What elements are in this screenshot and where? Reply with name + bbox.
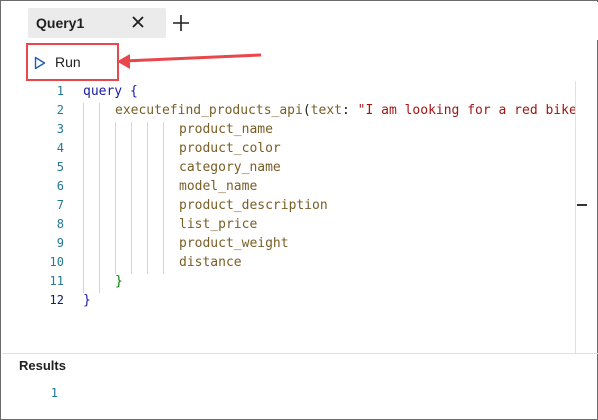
code-line: category_name [179,160,281,175]
code-text-area[interactable]: query { executefind_products_api(text: "… [83,81,575,353]
plus-icon[interactable] [171,13,191,33]
line-number: 4 [56,141,64,155]
code-line: product_description [179,198,328,213]
tab-label: Query1 [36,15,85,31]
code-line: } [83,293,91,308]
play-icon [34,56,46,70]
code-line: product_name [179,122,273,137]
run-label: Run [55,54,81,70]
overview-ruler-marker [577,204,587,206]
indent-guide [99,103,100,293]
code-line: list_price [179,217,258,232]
line-number: 3 [56,122,64,136]
line-number: 6 [56,179,64,193]
tab-query1[interactable]: Query1 [28,8,166,38]
tab-bar: Query1 [2,2,598,40]
indent-guide [163,122,164,274]
line-number: 2 [56,103,64,117]
indent-guide [131,122,132,274]
vertical-scrollbar[interactable] [575,81,576,353]
code-line: model_name [179,179,258,194]
line-number-current: 12 [49,293,64,307]
query-editor-window: Query1 Run 1 2 3 4 5 6 7 8 9 10 11 12 qu… [0,0,598,420]
indent-guide [83,103,84,293]
code-line: distance [179,255,242,270]
code-line: } [115,274,123,289]
code-line: product_color [179,141,281,156]
code-line: product_weight [179,236,289,251]
panel-divider[interactable] [2,353,598,354]
run-button[interactable]: Run [26,43,119,81]
results-line-number: 1 [50,386,58,400]
line-number: 8 [56,217,64,231]
line-number: 10 [49,255,64,269]
indent-guide [147,122,148,274]
line-number: 9 [56,236,64,250]
close-icon[interactable] [128,12,148,32]
line-number: 5 [56,160,64,174]
line-number: 1 [56,84,64,98]
indent-guide [115,122,116,274]
line-number: 7 [56,198,64,212]
annotation-arrow [117,53,262,69]
results-title: Results [19,358,66,373]
code-line: query { [83,84,138,99]
line-number-gutter: 1 2 3 4 5 6 7 8 9 10 11 12 [2,81,72,353]
code-editor[interactable]: 1 2 3 4 5 6 7 8 9 10 11 12 query { execu… [2,81,598,353]
code-line: executefind_products_api(text: "I am loo… [115,103,575,118]
line-number: 11 [49,274,64,288]
